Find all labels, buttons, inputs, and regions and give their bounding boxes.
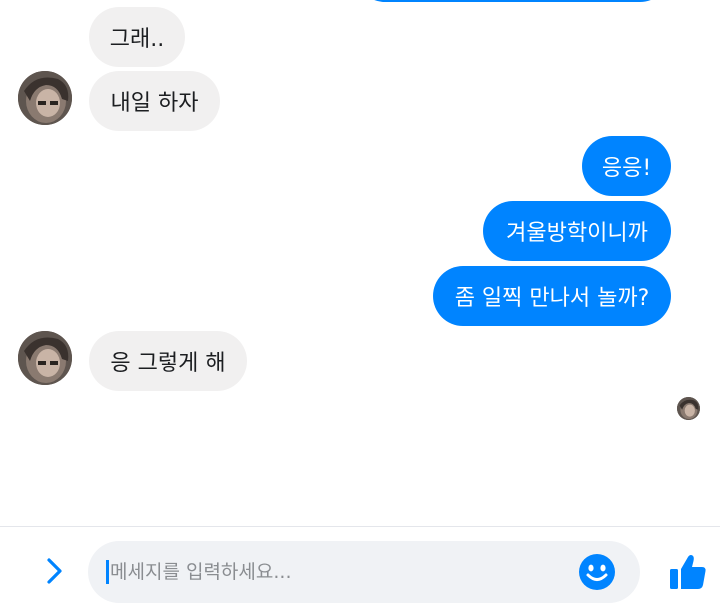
contact-avatar[interactable]	[18, 71, 72, 125]
smiley-icon	[579, 554, 615, 590]
message-bubble-incoming[interactable]: 그래..	[89, 7, 185, 67]
expand-actions-button[interactable]	[40, 554, 70, 588]
message-bubble-incoming[interactable]: 응 그렇게 해	[89, 331, 247, 391]
message-text: 겨울방학이니까	[506, 221, 648, 246]
emoji-button[interactable]	[578, 553, 616, 591]
message-bubble-outgoing[interactable]: 응응!	[582, 136, 671, 196]
like-send-button[interactable]	[668, 552, 708, 592]
message-text: 그래..	[109, 27, 165, 52]
message-bubble-incoming[interactable]: 내일 하자	[89, 71, 220, 131]
message-text: 응응!	[601, 156, 652, 181]
message-text: 내일 하자	[110, 91, 199, 116]
avatar-photo	[18, 331, 72, 385]
message-text: 좀 일찍 만나서 놀까?	[454, 286, 650, 311]
message-bubble-outgoing[interactable]: 겨울방학이니까	[483, 201, 671, 261]
contact-avatar[interactable]	[18, 331, 72, 385]
message-text: 응 그렇게 해	[110, 351, 226, 376]
conversation-area: 그래.. 내일 하자 응응! 겨울방학이니까 좀 일찍 만나서 놀까? 응 그렇…	[0, 0, 720, 526]
text-caret	[106, 560, 109, 584]
thumbs-up-icon	[670, 555, 706, 589]
seen-receipt-avatar	[677, 397, 700, 420]
message-bubble-outgoing[interactable]: 좀 일찍 만나서 놀까?	[433, 266, 671, 326]
chevron-right-icon	[47, 558, 62, 584]
message-bubble-outgoing-partial	[355, 0, 670, 2]
avatar-photo	[677, 397, 700, 420]
message-input-placeholder: 메세지를 입력하세요...	[110, 561, 292, 583]
message-input[interactable]: 메세지를 입력하세요...	[88, 541, 640, 603]
avatar-photo	[18, 71, 72, 125]
